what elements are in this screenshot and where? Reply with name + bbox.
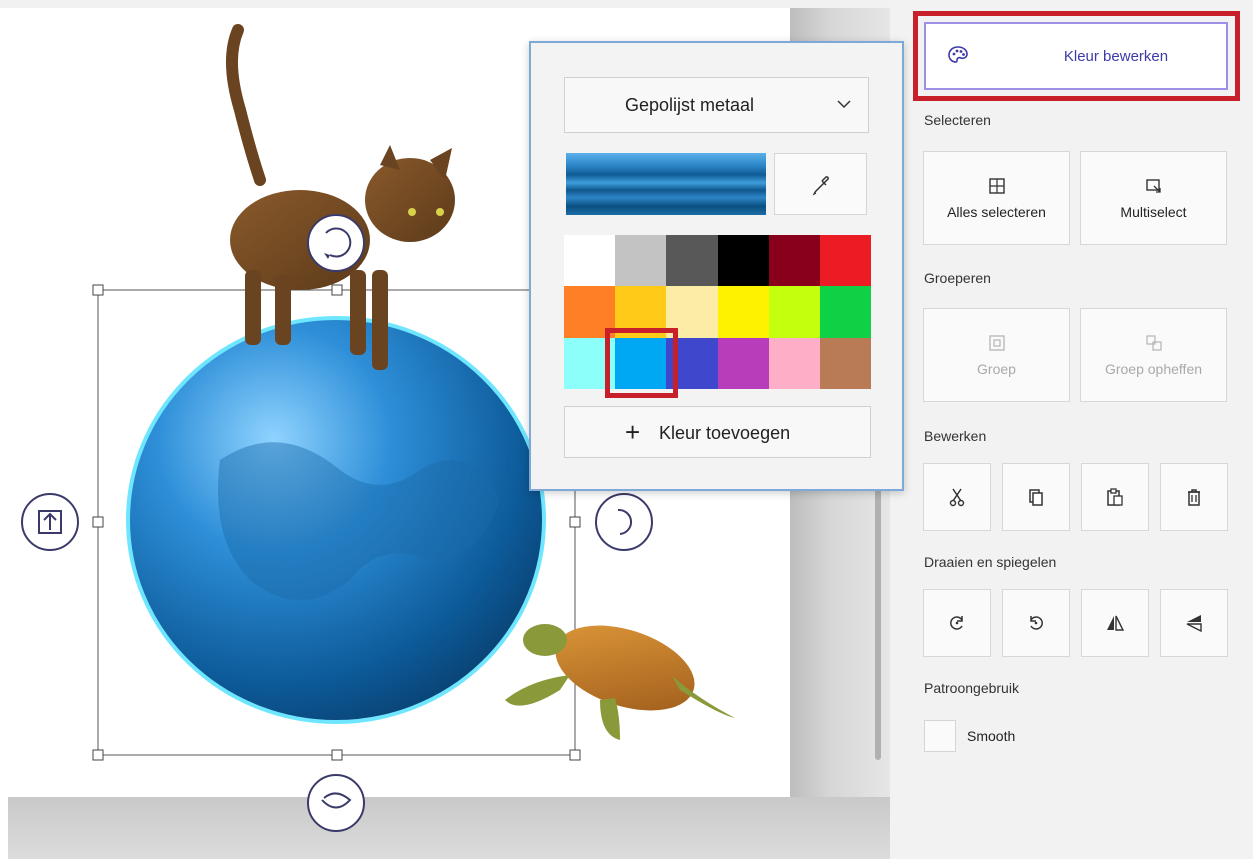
color-swatch[interactable] bbox=[666, 337, 718, 389]
multiselect-label: Multiselect bbox=[1120, 204, 1187, 220]
delete-button[interactable] bbox=[1160, 463, 1228, 531]
paste-button[interactable] bbox=[1081, 463, 1149, 531]
select-all-button[interactable]: Alles selecteren bbox=[923, 151, 1070, 245]
current-color-swatch bbox=[566, 153, 766, 215]
color-swatch[interactable] bbox=[717, 337, 769, 389]
scissors-icon bbox=[949, 488, 965, 507]
resize-handle[interactable] bbox=[331, 284, 343, 296]
section-group-title: Groeperen bbox=[924, 270, 991, 286]
color-swatch[interactable] bbox=[768, 286, 820, 338]
add-color-label: Kleur toevoegen bbox=[659, 423, 791, 443]
rotate-left-button[interactable] bbox=[923, 589, 991, 657]
chevron-down-icon bbox=[837, 100, 851, 109]
resize-handle[interactable] bbox=[569, 749, 581, 761]
smooth-checkbox[interactable] bbox=[924, 720, 956, 752]
trash-icon bbox=[1188, 489, 1200, 506]
rotate-top-handle[interactable] bbox=[307, 214, 365, 272]
color-swatch[interactable] bbox=[819, 235, 871, 287]
flip-vertical-icon bbox=[1186, 615, 1202, 633]
color-palette bbox=[564, 235, 871, 389]
depth-left-handle[interactable] bbox=[21, 493, 79, 551]
resize-handle[interactable] bbox=[92, 516, 104, 528]
paste-icon bbox=[1107, 488, 1123, 506]
section-pattern-title: Patroongebruik bbox=[924, 680, 1019, 696]
eyedropper-button[interactable] bbox=[774, 153, 867, 215]
color-swatch[interactable] bbox=[666, 235, 718, 287]
group-label: Groep bbox=[977, 361, 1016, 377]
color-swatch[interactable] bbox=[615, 235, 667, 287]
color-swatch[interactable] bbox=[717, 235, 769, 287]
color-swatch[interactable] bbox=[564, 337, 616, 389]
flip-vertical-button[interactable] bbox=[1160, 589, 1228, 657]
select-all-icon bbox=[988, 178, 1005, 194]
color-swatch[interactable] bbox=[819, 286, 871, 338]
plus-icon: + bbox=[625, 417, 641, 447]
color-swatch[interactable] bbox=[564, 286, 616, 338]
material-dropdown[interactable]: Gepolijst metaal bbox=[564, 77, 869, 133]
color-swatch[interactable] bbox=[615, 286, 667, 338]
multiselect-button[interactable]: Multiselect bbox=[1080, 151, 1227, 245]
copy-button[interactable] bbox=[1002, 463, 1070, 531]
palette-icon bbox=[948, 46, 968, 63]
ungroup-button[interactable]: Groep opheffen bbox=[1080, 308, 1227, 402]
flip-horizontal-icon bbox=[1107, 615, 1125, 631]
multiselect-icon bbox=[1145, 179, 1161, 193]
color-swatch[interactable] bbox=[717, 286, 769, 338]
cut-button[interactable] bbox=[923, 463, 991, 531]
ungroup-label: Groep opheffen bbox=[1104, 361, 1203, 377]
color-swatch[interactable] bbox=[768, 235, 820, 287]
group-button[interactable]: Groep bbox=[923, 308, 1070, 402]
ungroup-icon bbox=[1145, 335, 1162, 351]
rotate-right-icon bbox=[1030, 616, 1043, 630]
color-swatch[interactable] bbox=[768, 337, 820, 389]
resize-handle[interactable] bbox=[331, 749, 343, 761]
smooth-label: Smooth bbox=[967, 728, 1016, 744]
flip-horizontal-button[interactable] bbox=[1081, 589, 1149, 657]
add-color-button[interactable]: + Kleur toevoegen bbox=[564, 406, 871, 458]
copy-icon bbox=[1029, 489, 1043, 506]
turtle-model[interactable] bbox=[505, 610, 735, 740]
rotate-right-button[interactable] bbox=[1002, 589, 1070, 657]
section-edit-title: Bewerken bbox=[924, 428, 987, 444]
edit-color-label: Kleur bewerken bbox=[1063, 48, 1169, 65]
resize-handle[interactable] bbox=[569, 516, 581, 528]
resize-handle[interactable] bbox=[92, 284, 104, 296]
rotate-bottom-handle[interactable] bbox=[307, 774, 365, 832]
group-icon bbox=[988, 335, 1005, 351]
section-rotate-title: Draaien en spiegelen bbox=[924, 554, 1057, 570]
color-swatch[interactable] bbox=[819, 337, 871, 389]
section-select-title: Selecteren bbox=[924, 112, 991, 128]
eyedropper-icon bbox=[812, 176, 829, 196]
edit-color-button[interactable]: Kleur bewerken bbox=[924, 22, 1228, 90]
color-swatch[interactable] bbox=[564, 235, 616, 287]
rotate-left-icon bbox=[950, 616, 963, 630]
material-value: Gepolijst metaal bbox=[625, 95, 755, 115]
select-all-label: Alles selecteren bbox=[947, 204, 1046, 220]
color-swatch[interactable] bbox=[615, 337, 667, 389]
rotate-right-handle[interactable] bbox=[595, 493, 653, 551]
resize-handle[interactable] bbox=[92, 749, 104, 761]
color-swatch[interactable] bbox=[666, 286, 718, 338]
